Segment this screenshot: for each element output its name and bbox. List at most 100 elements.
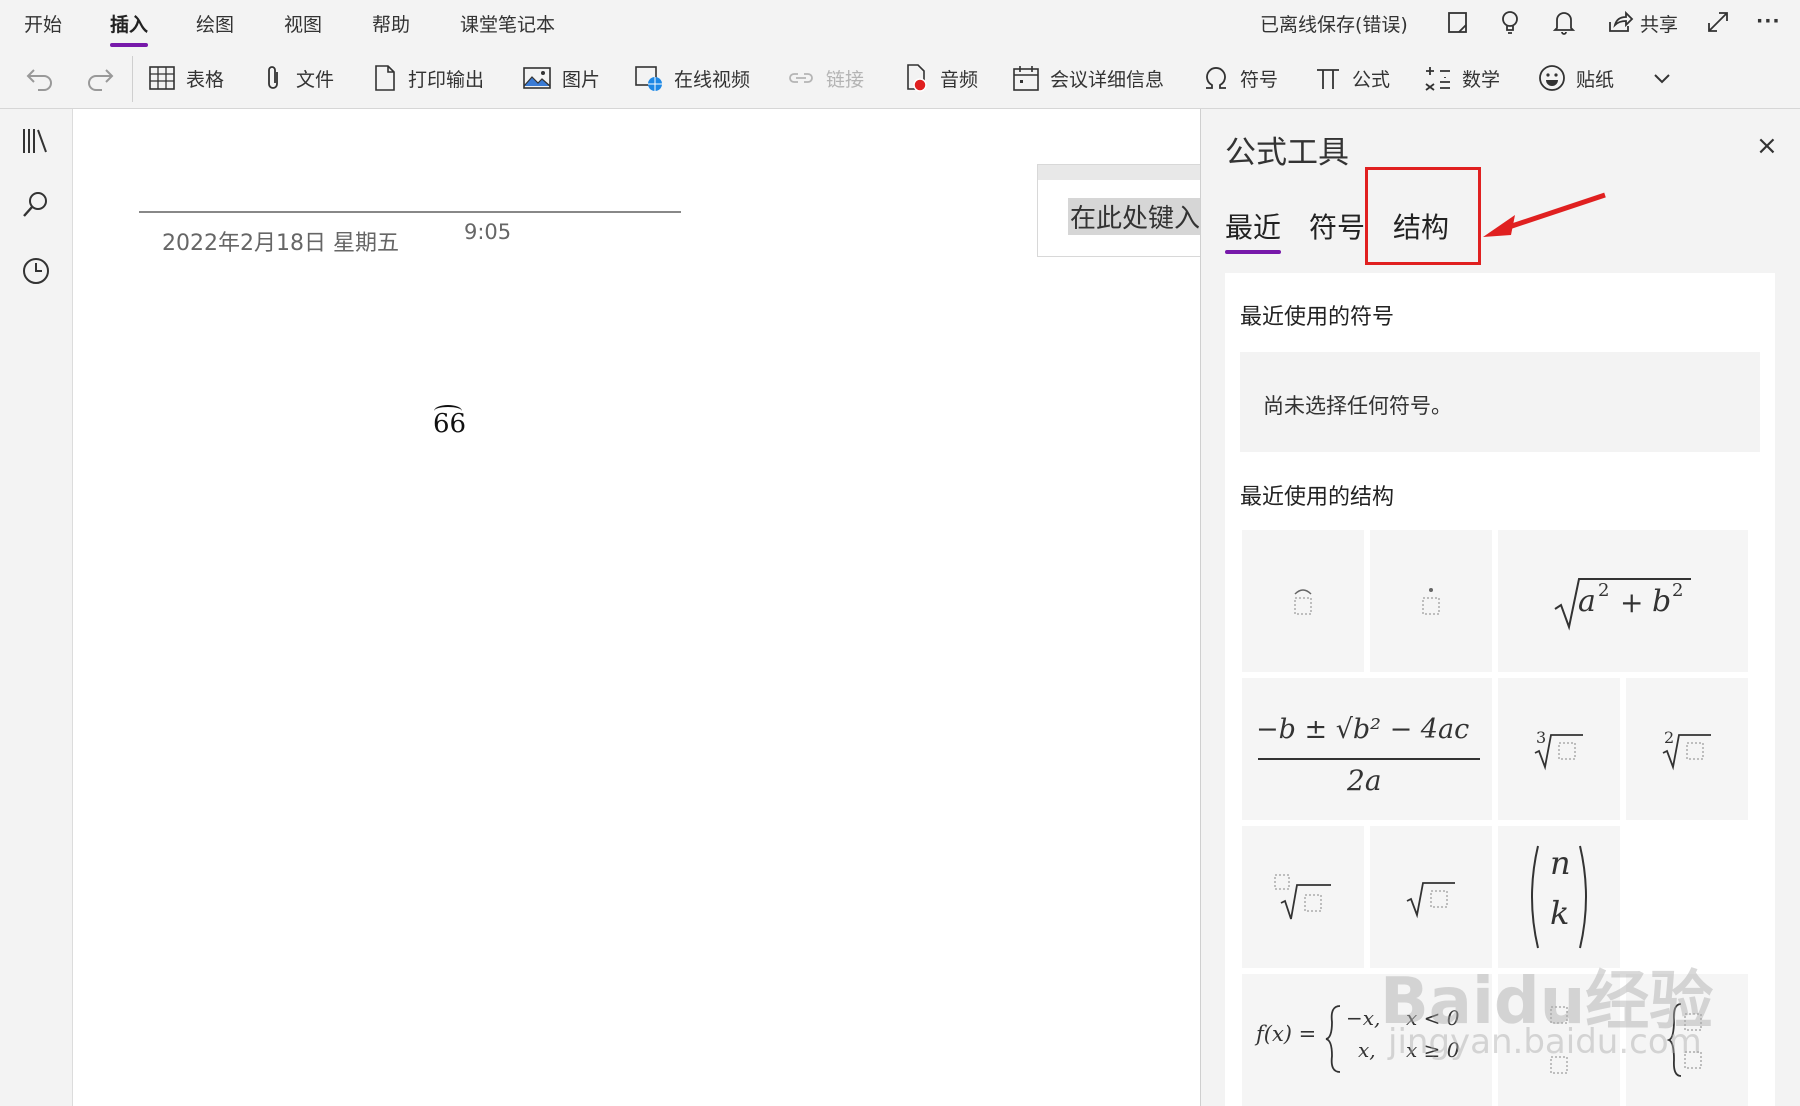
sqrt-b-exp: 2 [1672,580,1684,601]
math-icon [1425,67,1450,91]
picture-icon [523,67,551,89]
sqrt-a: a [1578,584,1596,619]
recent-structures-heading: 最近使用的结构 [1240,485,1395,510]
tab-insert[interactable]: 插入 [110,10,149,47]
cube-root-index: 3 [1536,728,1547,747]
piecewise-row1-expr: −x, [1346,1006,1381,1030]
toolbar-separator [132,56,133,102]
share-icon[interactable] [1606,8,1634,36]
meeting-details-button[interactable]: 会议详细信息 [1012,62,1164,94]
table-icon [149,66,175,90]
red-arrow-annotation [1483,192,1606,237]
search-icon[interactable] [20,189,52,221]
insert-symbol-button[interactable]: 符号 [1202,62,1278,94]
sticker-label: 贴纸 [1576,68,1615,91]
equation-label: 公式 [1352,68,1391,91]
fullscreen-icon[interactable] [1704,8,1732,36]
piecewise-lhs: f(x) = [1256,1022,1317,1046]
left-brace-glyph [1325,1005,1341,1073]
meeting-label: 会议详细信息 [1050,68,1165,91]
structure-cube-root[interactable]: 3 [1498,678,1620,820]
quadratic-numerator: −b ± √b² − 4ac [1256,714,1470,745]
audio-label: 音频 [940,68,979,91]
insert-file-button[interactable]: 文件 [262,62,334,94]
structure-arc-accent[interactable] [1242,530,1364,672]
arc-accent-glyph [1294,589,1312,615]
square-root-index: 2 [1664,728,1675,747]
structure-dot-accent[interactable] [1370,530,1492,672]
record-audio-button[interactable]: 音频 [904,62,978,94]
table-label: 表格 [186,68,225,91]
notebooks-icon[interactable] [20,125,52,157]
tab-home[interactable]: 开始 [24,10,62,37]
baidu-watermark-url: jingyan.baidu.com [1388,1022,1702,1062]
insert-sticker-button[interactable]: 贴纸 [1538,62,1614,94]
sqrt-plus: + [1620,586,1644,619]
insert-online-video-button[interactable]: 在线视频 [634,62,750,94]
picture-label: 图片 [562,68,601,91]
sqrt-a-exp: 2 [1598,580,1610,601]
pi-icon [1317,69,1339,89]
math-label: 数学 [1462,68,1501,91]
insert-picture-button[interactable]: 图片 [522,62,600,94]
piecewise-row2-expr: x, [1358,1038,1376,1062]
panel-title: 公式工具 [1225,135,1349,171]
tab-symbols[interactable]: 符号 [1309,206,1365,246]
page-time: 9:05 [464,220,512,244]
symbol-label: 符号 [1240,68,1279,91]
sync-status[interactable]: 已离线保存(错误) [1260,10,1408,37]
sqrt-b: b [1652,584,1672,619]
nth-root-glyph [1274,874,1331,920]
insert-equation-button[interactable]: 公式 [1314,62,1390,94]
chevron-down-icon[interactable] [1652,68,1672,88]
ribbon-tab-bar: 开始 插入 绘图 视图 帮助 课堂笔记本 已离线保存(错误) 共享 ··· [0,0,1800,48]
note-placeholder-text[interactable]: 在此处键入 [1068,198,1203,235]
tab-help[interactable]: 帮助 [372,10,410,37]
structure-quadratic-formula[interactable]: −b ± √b² − 4ac 2a [1242,678,1492,820]
page-date: 2022年2月18日 星期五 [162,231,399,256]
note-container[interactable]: 在此处键入 [1037,180,1209,257]
structure-nth-root[interactable] [1242,826,1364,968]
binomial-top: n [1550,844,1571,882]
structures-tab-highlight [1365,167,1481,265]
page-canvas[interactable]: 2022年2月18日 星期五 9:05 在此处键入 66 [73,109,1209,1106]
page-title-line[interactable] [139,211,681,213]
structure-binomial[interactable]: n k [1498,826,1620,968]
insert-printout-button[interactable]: 打印输出 [372,62,484,94]
more-options-button[interactable]: ··· [1756,10,1781,32]
dot-accent-glyph [1422,588,1440,615]
notebook-icon[interactable] [1444,8,1472,36]
structure-square-root[interactable] [1370,826,1492,968]
tab-recent[interactable]: 最近 [1225,206,1282,254]
ribbon-toolbar: 表格 文件 打印输出 图片 在线视频 链接 音频 会议详细信息 符号 公式 数学… [0,48,1800,109]
audio-record-icon [907,64,927,92]
recent-clock-icon[interactable] [20,255,52,287]
share-button[interactable]: 共享 [1640,10,1678,37]
printout-label: 打印输出 [408,68,485,91]
smiley-icon [1539,65,1565,91]
paperclip-icon [268,66,278,89]
tab-view[interactable]: 视图 [284,10,322,37]
link-icon [789,73,813,83]
tab-class-notebook[interactable]: 课堂笔记本 [460,10,555,37]
structure-sqrt-a2-b2[interactable]: a 2 + b 2 [1498,530,1748,672]
insert-table-button[interactable]: 表格 [148,62,224,94]
math-button[interactable]: 数学 [1424,62,1500,94]
close-icon[interactable]: × [1756,131,1778,161]
equation-arc-66[interactable]: 66 [433,405,466,439]
redo-icon[interactable] [84,62,116,94]
tab-draw[interactable]: 绘图 [196,10,234,37]
radical-glyph [1406,882,1455,919]
recent-symbols-heading: 最近使用的符号 [1240,305,1395,330]
lightbulb-icon[interactable] [1496,8,1524,36]
fraction-bar [1258,758,1480,760]
left-navigation-rail [0,109,73,1106]
no-symbols-text: 尚未选择任何符号。 [1263,394,1452,418]
document-icon [375,65,395,91]
undo-icon[interactable] [24,62,56,94]
online-video-label: 在线视频 [674,68,751,91]
bell-icon[interactable] [1550,8,1578,36]
structure-square-root-index[interactable]: 2 [1626,678,1748,820]
insert-link-button[interactable]: 链接 [786,62,864,94]
file-label: 文件 [296,68,335,91]
